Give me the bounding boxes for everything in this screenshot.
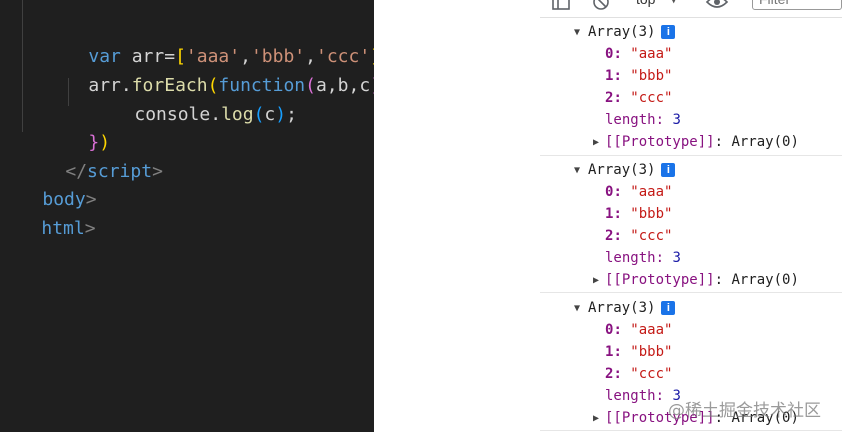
- prototype-label: [[Prototype]]: [605, 134, 715, 150]
- code-line-1: var arr=['aaa','bbb','ccc']: [45, 18, 374, 67]
- tag-name: html: [41, 218, 85, 239]
- array-header[interactable]: Array(3) i: [588, 21, 676, 43]
- array-item: 0: "aaa": [605, 322, 673, 338]
- code-text: console.: [134, 104, 222, 125]
- array-item: 1: "bbb": [605, 344, 673, 360]
- chevron-down-icon[interactable]: ▼: [671, 0, 676, 6]
- item-value: "aaa": [630, 46, 673, 62]
- item-value: "ccc": [630, 366, 673, 382]
- array-item: 2: "ccc": [605, 366, 673, 382]
- bracket: ): [275, 104, 287, 125]
- code-line-4: }): [45, 104, 110, 153]
- info-icon[interactable]: i: [661, 25, 676, 39]
- indent-guide: [22, 0, 23, 132]
- array-label: Array(3): [588, 24, 656, 40]
- context-select[interactable]: top: [636, 0, 655, 7]
- devtools-console[interactable]: top ▼ Filter ▼ Array(3) i 0: "aaa" 1: "bb…: [540, 0, 842, 432]
- prototype-value: Array(0): [731, 272, 799, 288]
- array-header[interactable]: Array(3) i: [588, 297, 676, 319]
- length-value: 3: [672, 250, 681, 266]
- divider: [540, 292, 842, 293]
- array-item: 2: "ccc": [605, 90, 673, 106]
- divider: [540, 155, 842, 156]
- expand-triangle-icon[interactable]: ▼: [574, 303, 580, 314]
- prototype-row[interactable]: [[Prototype]]: Array(0): [605, 269, 799, 291]
- length-value: 3: [672, 112, 681, 128]
- bracket: (: [305, 75, 316, 96]
- length-row: length: 3: [605, 250, 681, 266]
- tag-bracket: >: [84, 218, 96, 239]
- code-editor[interactable]: var arr=['aaa','bbb','ccc'] arr.forEach(…: [0, 0, 374, 432]
- tag-name: script: [87, 161, 153, 182]
- length-key: length: [605, 388, 656, 404]
- item-value: "ccc": [630, 228, 673, 244]
- item-value: "aaa": [630, 184, 673, 200]
- code-line-2: arr.forEach(function(a,b,c){: [45, 47, 374, 96]
- expand-triangle-icon[interactable]: ▶: [593, 413, 599, 424]
- array-item: 1: "bbb": [605, 68, 673, 84]
- prototype-row[interactable]: [[Prototype]]: Array(0): [605, 131, 799, 153]
- item-value: "aaa": [630, 322, 673, 338]
- code-line-6: body>: [0, 161, 96, 210]
- divider: [540, 430, 842, 431]
- eye-icon[interactable]: [705, 0, 729, 16]
- bracket: (: [253, 104, 265, 125]
- expand-triangle-icon[interactable]: ▶: [593, 275, 599, 286]
- code-line-5: </script>: [22, 133, 163, 182]
- array-item: 0: "aaa": [605, 46, 673, 62]
- item-value: "bbb": [630, 68, 673, 84]
- code-line-7: html>: [0, 190, 95, 239]
- clear-console-icon[interactable]: [591, 0, 611, 16]
- array-label: Array(3): [588, 162, 656, 178]
- array-item: 2: "ccc": [605, 228, 673, 244]
- expand-triangle-icon[interactable]: ▶: [593, 137, 599, 148]
- info-icon[interactable]: i: [661, 301, 676, 315]
- tag-bracket: >: [152, 161, 163, 182]
- item-value: "bbb": [630, 344, 673, 360]
- info-icon[interactable]: i: [661, 163, 676, 177]
- filter-input[interactable]: Filter: [752, 0, 842, 10]
- code-line-3: console.log(c);: [91, 76, 297, 125]
- sidebar-toggle-icon[interactable]: [551, 0, 571, 16]
- item-value: "ccc": [630, 90, 673, 106]
- watermark: @稀土掘金技术社区: [668, 401, 821, 421]
- array-item: 0: "aaa": [605, 184, 673, 200]
- semicolon: ;: [286, 104, 297, 125]
- bracket: ): [370, 75, 374, 96]
- item-value: "bbb": [630, 206, 673, 222]
- length-key: length: [605, 112, 656, 128]
- array-header[interactable]: Array(3) i: [588, 159, 676, 181]
- method-name: log: [221, 104, 254, 125]
- console-toolbar: top ▼ Filter: [540, 0, 842, 18]
- prototype-label: [[Prototype]]: [605, 272, 715, 288]
- params: a,b,c: [315, 75, 371, 96]
- array-item: 1: "bbb": [605, 206, 673, 222]
- length-row: length: 3: [605, 112, 681, 128]
- argument: c: [264, 104, 276, 125]
- array-label: Array(3): [588, 300, 656, 316]
- expand-triangle-icon[interactable]: ▼: [574, 165, 580, 176]
- expand-triangle-icon[interactable]: ▼: [574, 27, 580, 38]
- length-key: length: [605, 250, 656, 266]
- prototype-value: Array(0): [731, 134, 799, 150]
